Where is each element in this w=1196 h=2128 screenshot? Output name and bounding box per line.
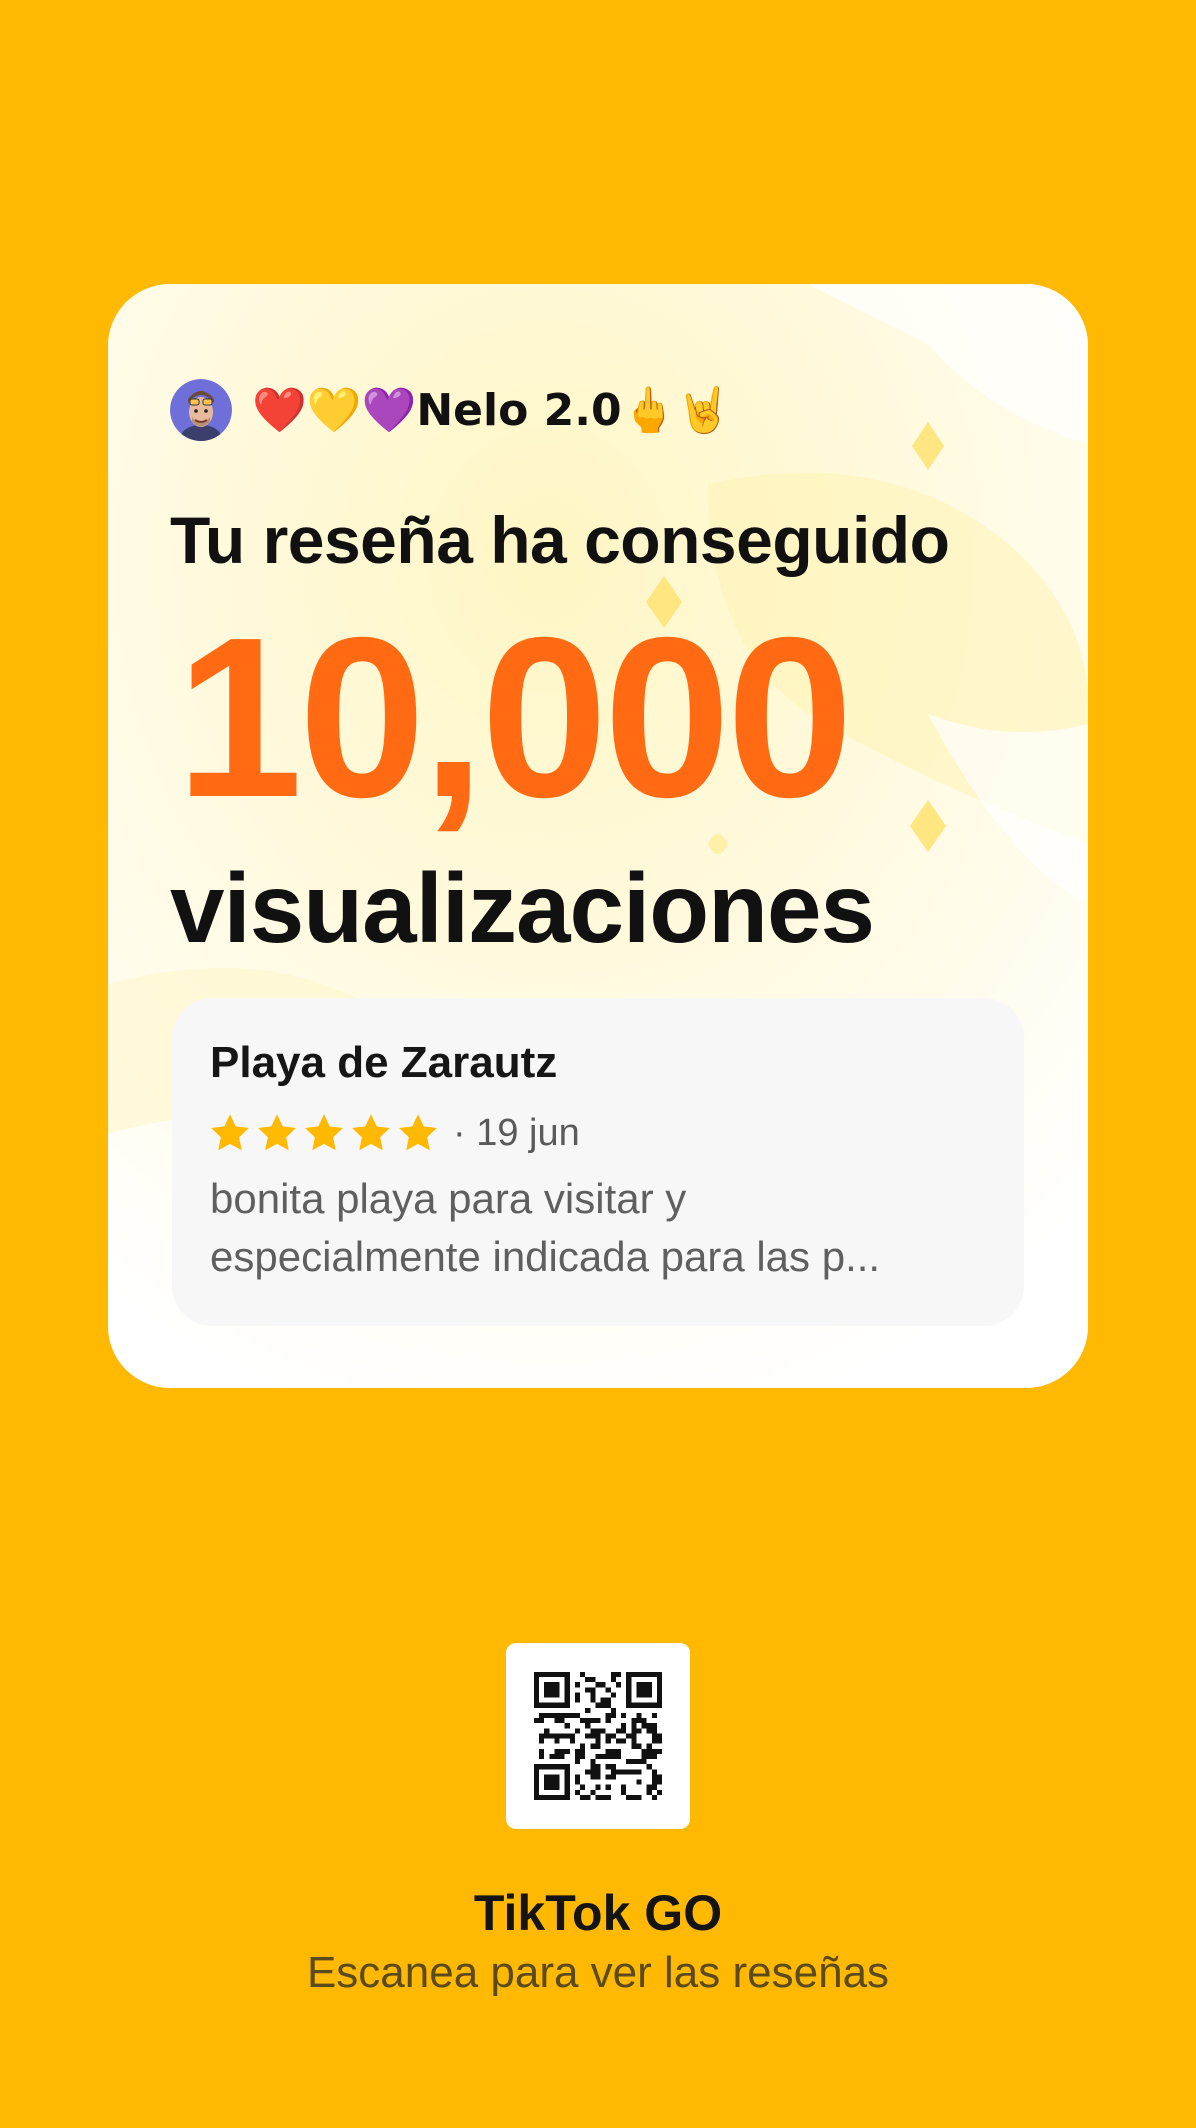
review-date: · 19 jun [453,1111,580,1154]
rating-row: · 19 jun [208,1108,580,1158]
reviewer-row: ❤️💛💜Nelo 2.0🖕🤘 [170,378,731,442]
view-count: 10,000 [176,591,853,845]
star-icon [352,1114,390,1151]
milestone-card: ❤️💛💜Nelo 2.0🖕🤘 Tu reseña ha conseguido 1… [108,284,1088,1388]
scan-instruction: Escanea para ver las reseñas [306,1948,890,1997]
review-text: bonita playa para visitar y especialment… [210,1170,1000,1286]
username: ❤️💛💜Nelo 2.0🖕🤘 [252,385,732,436]
headline: Tu reseña ha conseguido [170,503,950,577]
review-preview[interactable]: Playa de Zarautz · 19 jun bonita playa p… [172,998,1024,1326]
qr-code-icon [534,1672,662,1800]
review-text-line: especialmente indicada para las p... [210,1233,881,1280]
star-icon [211,1114,249,1151]
star-icon [399,1114,437,1151]
views-label: visualizaciones [170,853,875,963]
place-name: Playa de Zarautz [210,1038,558,1087]
user-avatar[interactable] [170,379,232,441]
brand-name: TikTok GO [473,1885,723,1941]
review-text-line: bonita playa para visitar y [210,1175,687,1222]
qr-code[interactable] [506,1643,690,1829]
star-icon [305,1114,343,1151]
star-icon [258,1114,296,1151]
